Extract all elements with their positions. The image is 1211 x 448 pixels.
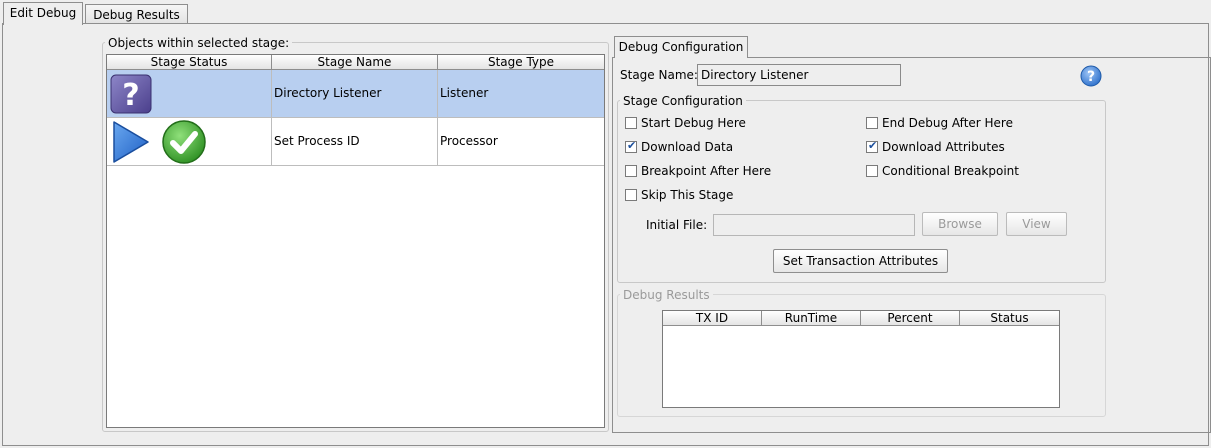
conditional-breakpoint-checkbox[interactable]	[866, 165, 878, 177]
stage-status-cell: ?	[107, 70, 272, 117]
table-row[interactable]: ? Directory Listener Listener	[107, 70, 604, 118]
objects-group-title: Objects within selected stage:	[105, 36, 293, 50]
stage-name-cell: Set Process ID	[272, 118, 438, 165]
stages-table[interactable]: Stage Status Stage Name Stage Type ? Dir…	[106, 54, 605, 428]
end-debug-after-here-label: End Debug After Here	[882, 116, 1013, 130]
debug-results-table[interactable]: TX ID RunTime Percent Status	[662, 310, 1060, 408]
start-debug-here-checkbox[interactable]	[625, 117, 637, 129]
conditional-breakpoint-label: Conditional Breakpoint	[882, 164, 1019, 178]
initial-file-label: Initial File:	[646, 218, 708, 232]
tab-debug-results[interactable]: Debug Results	[85, 4, 188, 24]
tab-edit-debug[interactable]: Edit Debug	[3, 2, 83, 25]
debug-results-title: Debug Results	[620, 288, 713, 302]
set-transaction-attributes-button[interactable]: Set Transaction Attributes	[773, 249, 948, 273]
view-button[interactable]: View	[1006, 212, 1067, 236]
download-data-checkbox[interactable]: ✔	[625, 139, 637, 153]
start-debug-here-label: Start Debug Here	[641, 116, 746, 130]
breakpoint-after-here-label: Breakpoint After Here	[641, 164, 772, 178]
download-attributes-label: Download Attributes	[882, 140, 1005, 154]
initial-file-field[interactable]	[713, 214, 915, 236]
column-header-stage-type[interactable]: Stage Type	[438, 55, 604, 70]
skip-this-stage-label: Skip This Stage	[641, 188, 734, 202]
table-row[interactable]: Set Process ID Processor	[107, 118, 604, 166]
column-header-percent[interactable]: Percent	[861, 311, 960, 326]
stage-status-cell	[107, 118, 272, 165]
stage-type-cell: Processor	[440, 134, 498, 148]
download-attributes-checkbox[interactable]: ✔	[866, 139, 878, 153]
stage-type-cell: Listener	[440, 86, 489, 100]
breakpoint-after-here-checkbox[interactable]	[625, 165, 637, 177]
stage-name-field[interactable]: Directory Listener	[697, 64, 901, 86]
column-header-status[interactable]: Status	[960, 311, 1059, 326]
tab-debug-configuration[interactable]: Debug Configuration	[614, 36, 748, 58]
play-icon	[111, 120, 151, 184]
svg-text:?: ?	[1087, 69, 1095, 85]
check-icon	[161, 119, 207, 185]
column-header-stage-name[interactable]: Stage Name	[272, 55, 438, 70]
column-header-runtime[interactable]: RunTime	[762, 311, 861, 326]
download-data-label: Download Data	[641, 140, 734, 154]
stage-name-cell: Directory Listener	[272, 70, 438, 117]
stage-name-label: Stage Name:	[620, 68, 698, 82]
stage-configuration-title: Stage Configuration	[620, 94, 746, 108]
browse-button[interactable]: Browse	[922, 212, 998, 236]
checkmark-icon: ✔	[868, 139, 878, 152]
column-header-stage-status[interactable]: Stage Status	[107, 55, 272, 70]
checkmark-icon: ✔	[627, 139, 637, 152]
help-icon[interactable]: ?	[1080, 65, 1102, 90]
column-header-tx-id[interactable]: TX ID	[663, 311, 762, 326]
end-debug-after-here-checkbox[interactable]	[866, 117, 878, 129]
svg-text:?: ?	[122, 78, 139, 113]
skip-this-stage-checkbox[interactable]	[625, 189, 637, 201]
